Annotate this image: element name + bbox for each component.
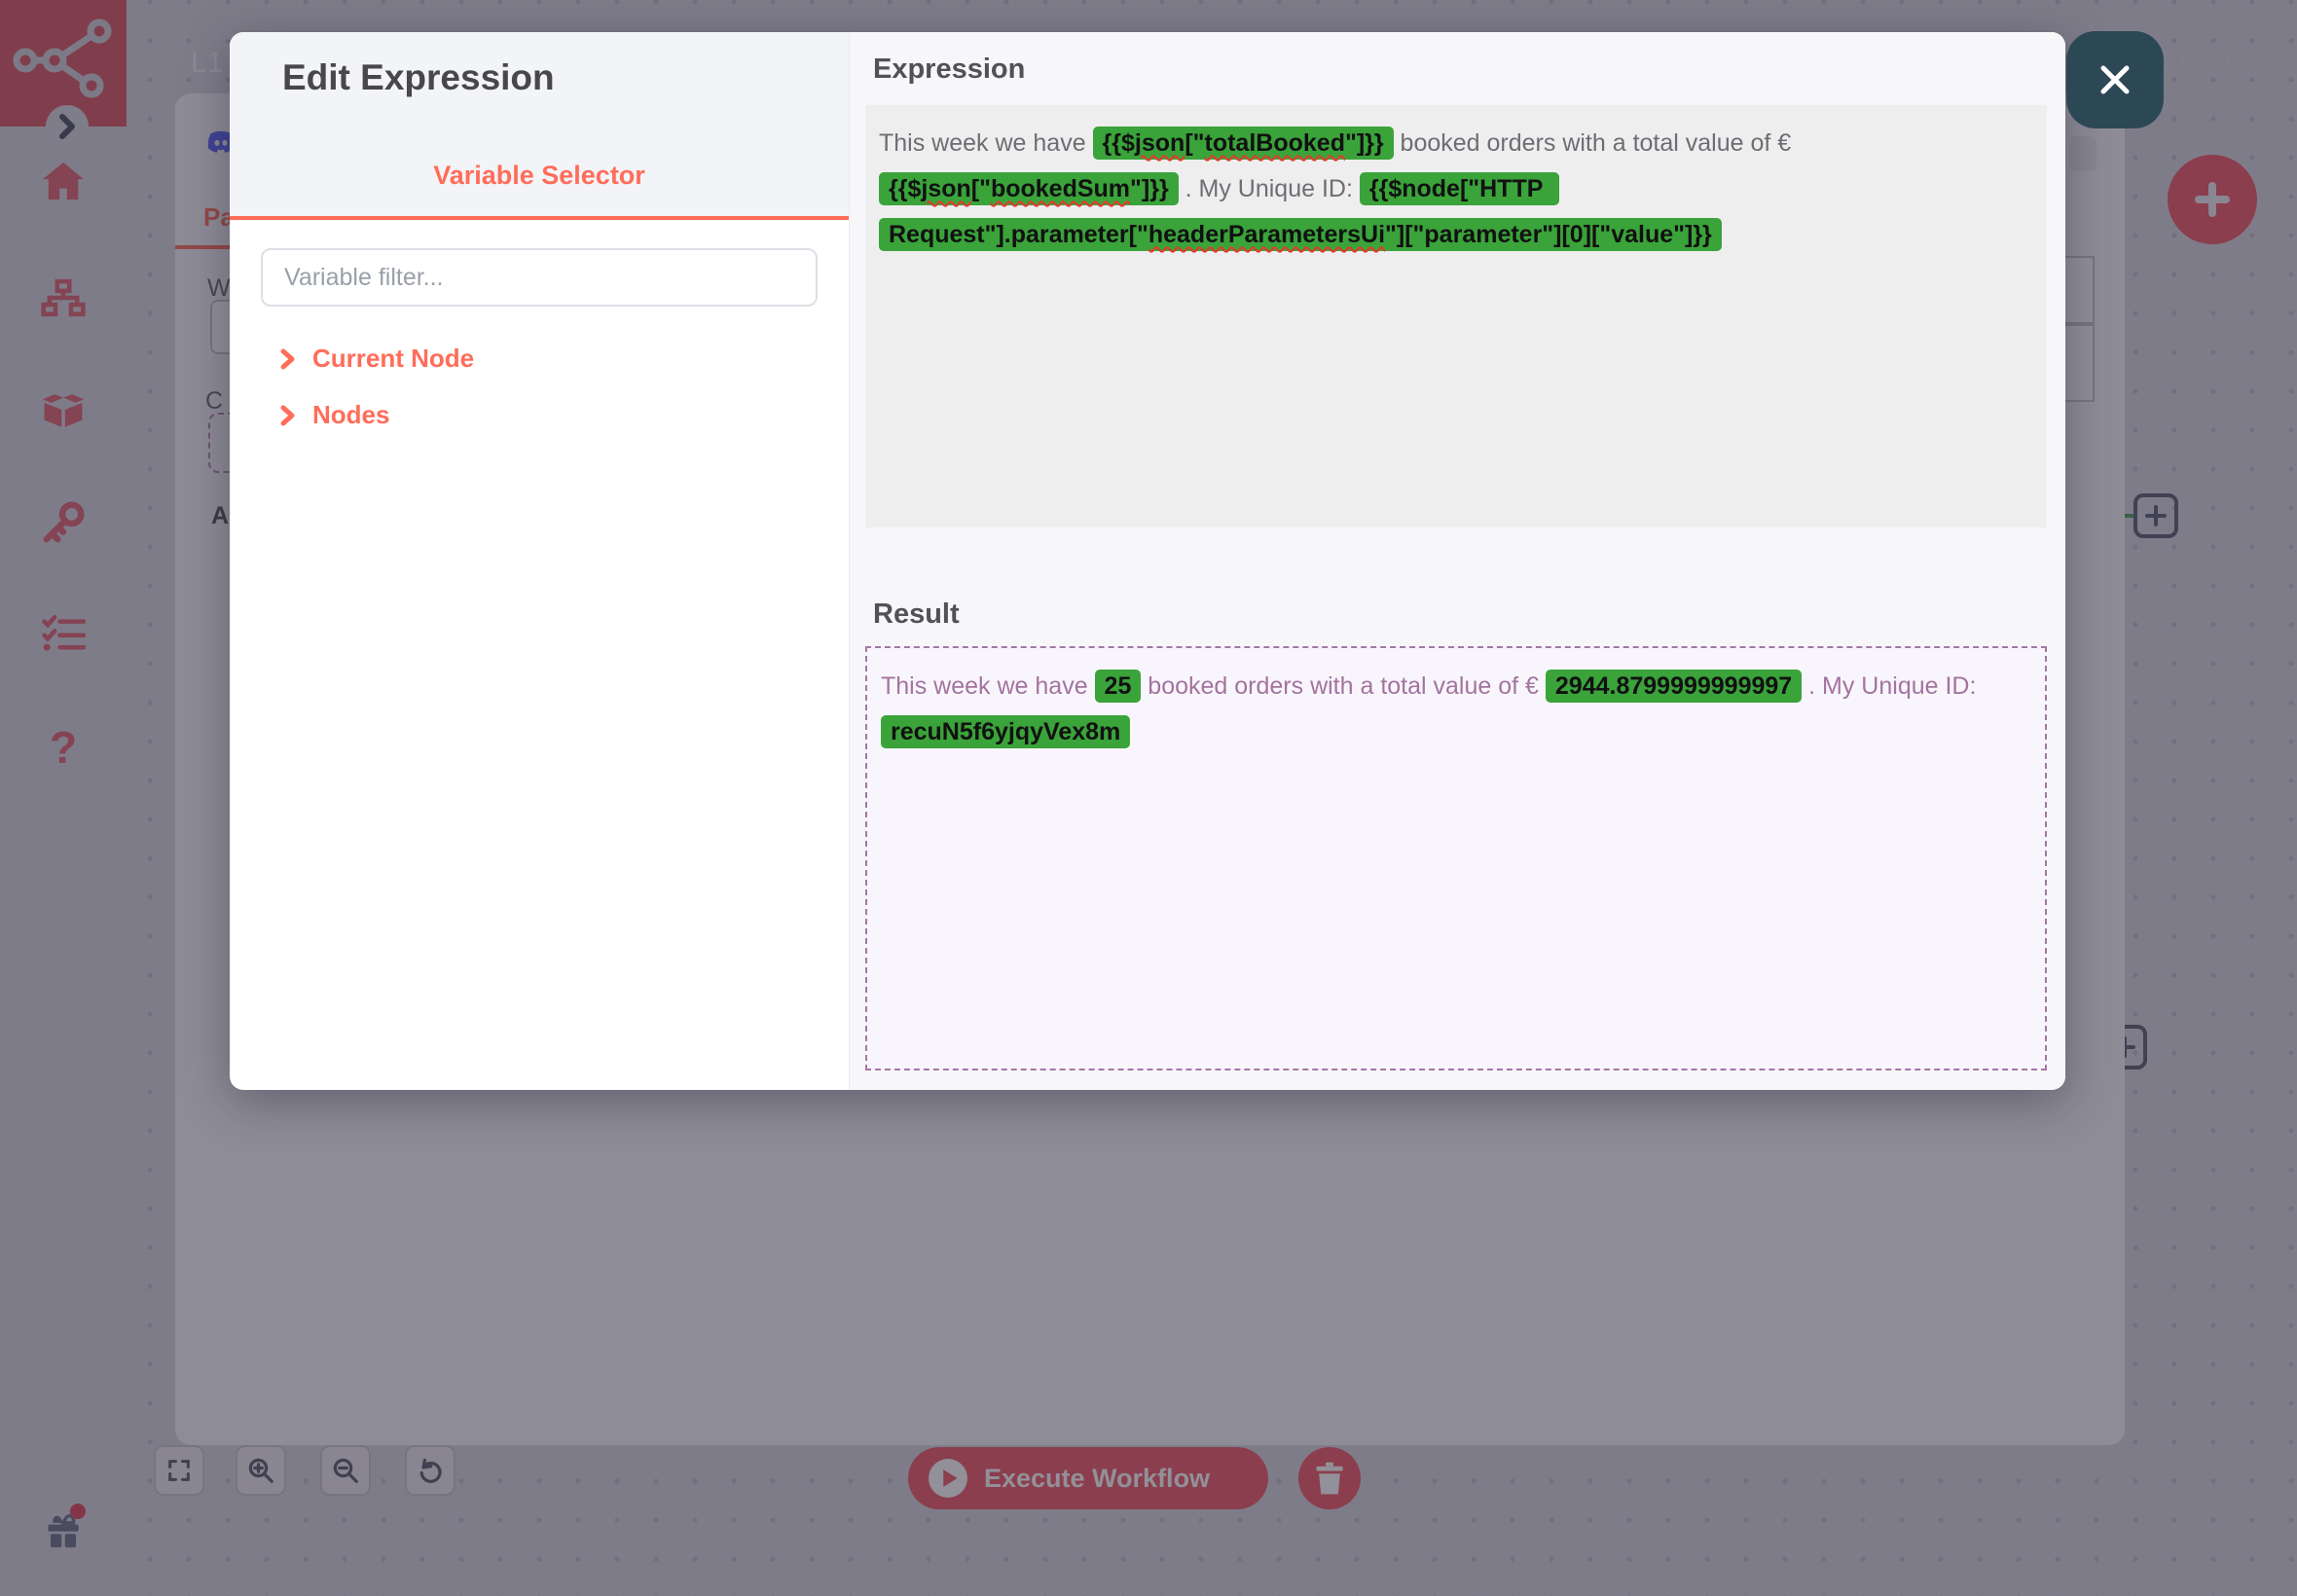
close-dialog-button[interactable] bbox=[2066, 31, 2164, 128]
edit-expression-dialog: Edit Expression Variable Selector Curren… bbox=[230, 32, 2065, 1090]
value-chip: {{$json["totalBooked"]}} bbox=[1093, 127, 1394, 160]
chevron-right-icon bbox=[280, 405, 295, 426]
tab-variable-selector[interactable]: Variable Selector bbox=[230, 161, 849, 191]
tree-item-current-node[interactable]: Current Node bbox=[280, 344, 474, 374]
tree-item-label: Current Node bbox=[312, 344, 474, 374]
tree-item-nodes[interactable]: Nodes bbox=[280, 400, 389, 430]
close-icon bbox=[2094, 58, 2136, 101]
n8n-editor: ? L1 Saved bbox=[0, 0, 2297, 1596]
value-chip: {{$json["bookedSum"]}} bbox=[879, 172, 1179, 205]
tree-item-label: Nodes bbox=[312, 400, 389, 430]
value-chip: recuN5f6yjqyVex8m bbox=[881, 715, 1130, 748]
value-chip: 2944.8799999999997 bbox=[1546, 670, 1802, 703]
active-tab-underline bbox=[230, 216, 849, 220]
expression-panel: Expression This week we have {{$json["to… bbox=[849, 32, 2065, 1090]
result-preview: This week we have 25 booked orders with … bbox=[865, 646, 2047, 1070]
chevron-right-icon bbox=[280, 348, 295, 370]
dialog-title: Edit Expression bbox=[282, 57, 555, 98]
variable-filter-input[interactable] bbox=[261, 248, 818, 307]
expression-editor[interactable]: This week we have {{$json["totalBooked"]… bbox=[865, 105, 2047, 527]
expression-section-label: Expression bbox=[873, 54, 1025, 86]
result-section-label: Result bbox=[873, 598, 960, 631]
value-chip: 25 bbox=[1095, 670, 1142, 703]
